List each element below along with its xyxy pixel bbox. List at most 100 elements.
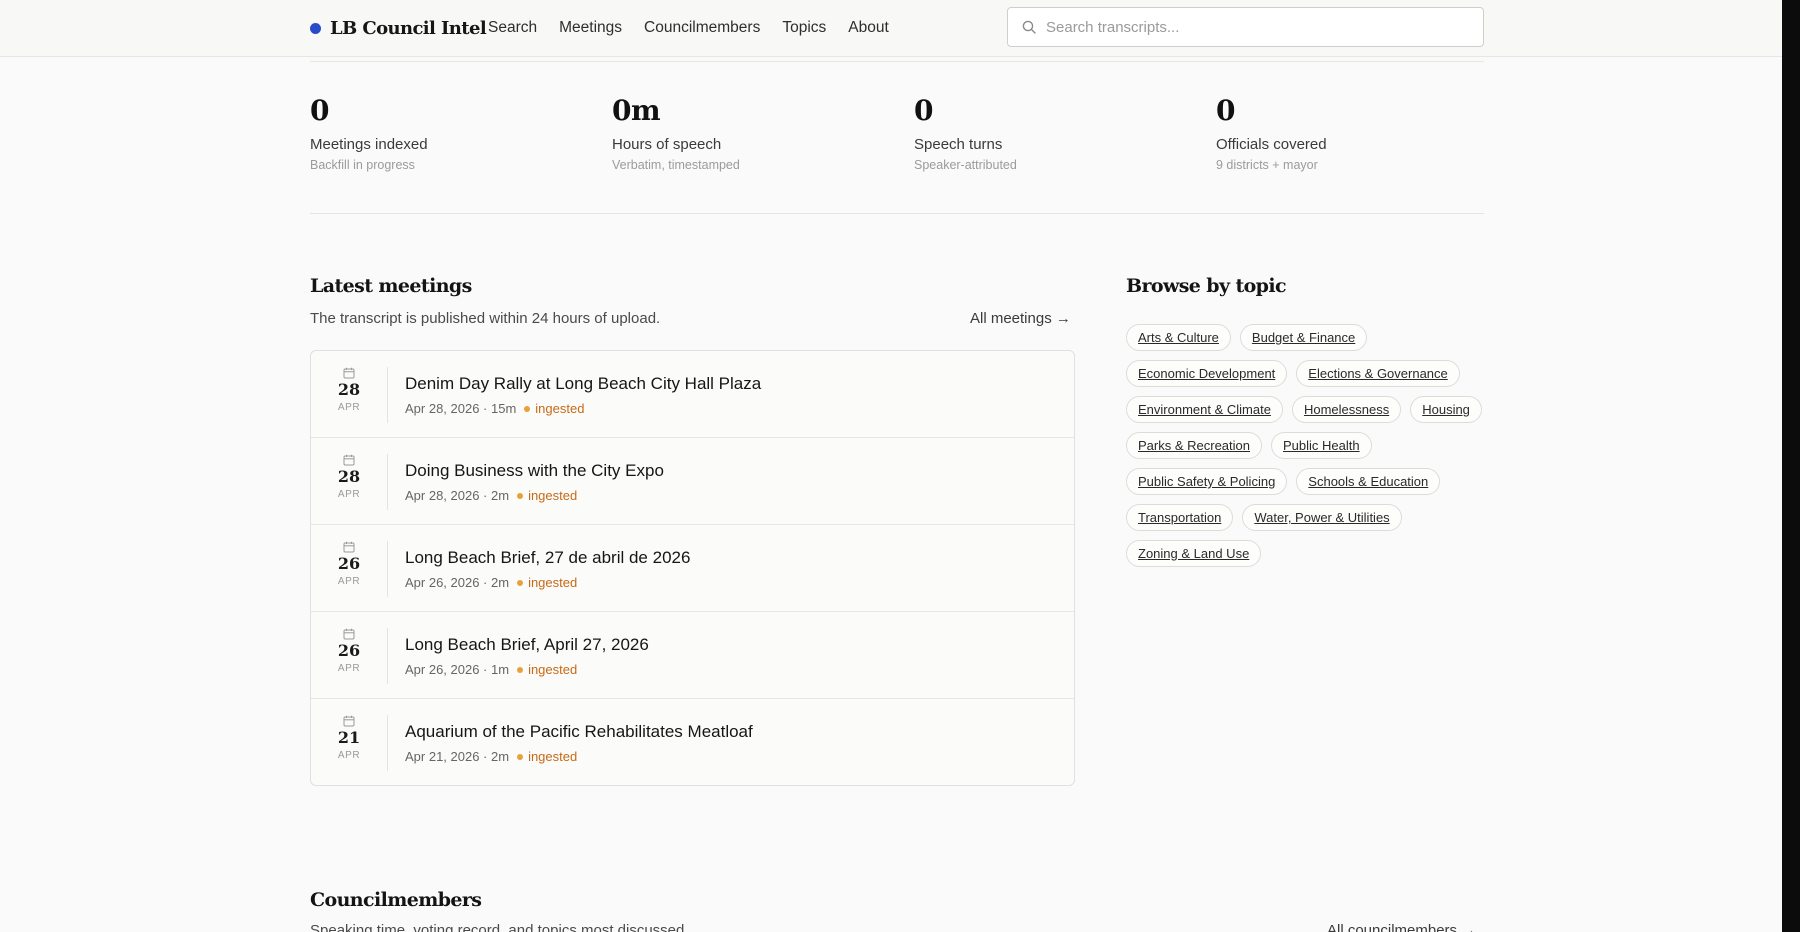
date-month: APR xyxy=(337,489,361,500)
brand-logo[interactable]: LB Council Intel xyxy=(310,16,487,40)
stat-label: Officials covered xyxy=(1216,136,1327,153)
status-dot-icon xyxy=(517,753,524,760)
topic-chip-homelessness[interactable]: Homelessness xyxy=(1291,396,1402,423)
nav-item-search[interactable]: Search xyxy=(488,19,537,37)
meeting-date: 21 APR xyxy=(311,715,387,771)
meeting-date-duration: Apr 28, 2026 · 2m xyxy=(405,488,510,503)
all-councilmembers-link[interactable]: All councilmembers → xyxy=(1327,922,1476,932)
topic-chip-public-health[interactable]: Public Health xyxy=(1271,432,1372,459)
latest-meetings-subtitle: The transcript is published within 24 ho… xyxy=(310,310,661,327)
stat-hours-of-speech: 0m Hours of speech Verbatim, timestamped xyxy=(612,94,740,172)
status-dot-icon xyxy=(517,492,524,499)
status-badge: ingested xyxy=(535,401,585,416)
topic-chip-transportation[interactable]: Transportation xyxy=(1126,504,1234,531)
meeting-title[interactable]: Denim Day Rally at Long Beach City Hall … xyxy=(405,374,761,394)
stat-officials-covered: 0 Officials covered 9 districts + mayor xyxy=(1216,94,1327,172)
scrollbar[interactable] xyxy=(1782,0,1800,932)
nav-item-about[interactable]: About xyxy=(848,19,889,37)
meeting-title[interactable]: Long Beach Brief, 27 de abril de 2026 xyxy=(405,548,690,568)
topic-chip-economic-development[interactable]: Economic Development xyxy=(1126,360,1288,387)
meetings-list: 28 APR Denim Day Rally at Long Beach Cit… xyxy=(310,350,1075,786)
meeting-date: 26 APR xyxy=(311,628,387,684)
meeting-date-duration: Apr 26, 2026 · 1m xyxy=(405,662,510,677)
meeting-date: 26 APR xyxy=(311,541,387,597)
status-badge: ingested xyxy=(528,575,578,590)
divider xyxy=(310,61,1484,62)
topic-chip-zoning-land-use[interactable]: Zoning & Land Use xyxy=(1126,540,1262,567)
topic-chip-parks-recreation[interactable]: Parks & Recreation xyxy=(1126,432,1262,459)
topic-chip-environment-climate[interactable]: Environment & Climate xyxy=(1126,396,1283,423)
meeting-row[interactable]: 26 APR Long Beach Brief, 27 de abril de … xyxy=(311,525,1074,612)
topic-chip-public-safety-policing[interactable]: Public Safety & Policing xyxy=(1126,468,1288,495)
status-dot-icon xyxy=(517,579,524,586)
top-navigation-bar: LB Council Intel Search Meetings Council… xyxy=(0,0,1782,57)
meeting-date-duration: Apr 28, 2026 · 15m xyxy=(405,401,517,416)
divider xyxy=(387,454,388,510)
main-nav: Search Meetings Councilmembers Topics Ab… xyxy=(488,16,889,40)
meeting-row[interactable]: 21 APR Aquarium of the Pacific Rehabilit… xyxy=(311,699,1074,785)
meeting-title[interactable]: Long Beach Brief, April 27, 2026 xyxy=(405,635,649,655)
stat-value: 0 xyxy=(310,94,329,127)
nav-item-topics[interactable]: Topics xyxy=(782,19,826,37)
calendar-icon xyxy=(343,541,355,553)
topic-chips: Arts & Culture Budget & Finance Economic… xyxy=(1126,324,1486,567)
calendar-icon xyxy=(343,454,355,466)
topic-chip-budget-finance[interactable]: Budget & Finance xyxy=(1239,324,1368,351)
stats-strip: 0 Meetings indexed Backfill in progress … xyxy=(310,94,1484,182)
search-box[interactable] xyxy=(1007,7,1484,47)
calendar-icon xyxy=(343,367,355,379)
stat-value: 0 xyxy=(914,94,933,127)
stat-value: 0m xyxy=(612,94,661,127)
topic-chip-schools-education[interactable]: Schools & Education xyxy=(1296,468,1441,495)
calendar-icon xyxy=(343,715,355,727)
meeting-meta: Apr 21, 2026 · 2m ingested xyxy=(405,749,577,764)
browse-by-topic-title: Browse by topic xyxy=(1126,275,1287,297)
status-badge: ingested xyxy=(528,488,578,503)
councilmembers-title: Councilmembers xyxy=(310,889,482,911)
divider xyxy=(387,367,388,423)
search-icon xyxy=(1022,20,1036,34)
status-badge: ingested xyxy=(528,749,578,764)
brand-name: LB Council Intel xyxy=(330,17,487,39)
stat-sub: 9 districts + mayor xyxy=(1216,158,1318,172)
meeting-date: 28 APR xyxy=(311,367,387,423)
meeting-row[interactable]: 28 APR Doing Business with the City Expo… xyxy=(311,438,1074,525)
meeting-title[interactable]: Doing Business with the City Expo xyxy=(405,461,664,481)
status-badge: ingested xyxy=(528,662,578,677)
stat-value: 0 xyxy=(1216,94,1235,127)
status-dot-icon xyxy=(517,666,524,673)
date-month: APR xyxy=(337,576,361,587)
meeting-meta: Apr 28, 2026 · 15m ingested xyxy=(405,401,584,416)
latest-meetings-title: Latest meetings xyxy=(310,275,472,297)
stat-label: Meetings indexed xyxy=(310,136,428,153)
search-input[interactable] xyxy=(1046,18,1466,36)
date-month: APR xyxy=(337,663,361,674)
meeting-meta: Apr 26, 2026 · 1m ingested xyxy=(405,662,577,677)
nav-item-meetings[interactable]: Meetings xyxy=(559,19,622,37)
all-meetings-link[interactable]: All meetings → xyxy=(970,310,1071,327)
brand-dot-icon xyxy=(310,22,321,34)
divider xyxy=(387,628,388,684)
topic-chip-housing[interactable]: Housing xyxy=(1410,396,1482,423)
nav-item-councilmembers[interactable]: Councilmembers xyxy=(644,19,760,37)
date-month: APR xyxy=(337,750,361,761)
meeting-date-duration: Apr 26, 2026 · 2m xyxy=(405,575,510,590)
date-day: 26 xyxy=(337,554,361,573)
stat-meetings-indexed: 0 Meetings indexed Backfill in progress xyxy=(310,94,428,172)
topic-chip-water-power-utilities[interactable]: Water, Power & Utilities xyxy=(1242,504,1402,531)
divider xyxy=(310,213,1484,214)
topic-chip-elections-governance[interactable]: Elections & Governance xyxy=(1296,360,1460,387)
meeting-title[interactable]: Aquarium of the Pacific Rehabilitates Me… xyxy=(405,722,753,742)
meeting-date: 28 APR xyxy=(311,454,387,510)
meeting-date-duration: Apr 21, 2026 · 2m xyxy=(405,749,510,764)
divider xyxy=(387,541,388,597)
calendar-icon xyxy=(343,628,355,640)
stat-label: Speech turns xyxy=(914,136,1003,153)
stat-label: Hours of speech xyxy=(612,136,722,153)
meeting-row[interactable]: 26 APR Long Beach Brief, April 27, 2026 … xyxy=(311,612,1074,699)
topic-chip-arts-culture[interactable]: Arts & Culture xyxy=(1126,324,1231,351)
date-day: 26 xyxy=(337,641,361,660)
meeting-row[interactable]: 28 APR Denim Day Rally at Long Beach Cit… xyxy=(311,351,1074,438)
stat-sub: Speaker-attributed xyxy=(914,158,1017,172)
councilmembers-subtitle: Speaking time, voting record, and topics… xyxy=(310,922,689,932)
